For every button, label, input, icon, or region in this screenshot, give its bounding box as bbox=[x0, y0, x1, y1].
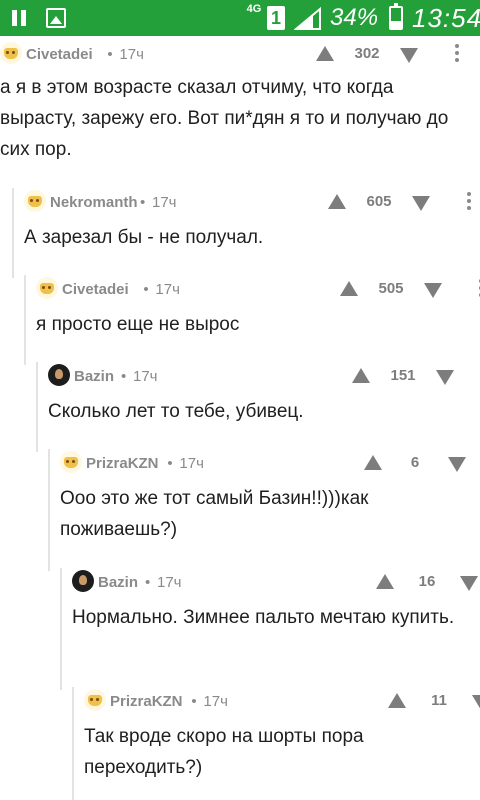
avatar[interactable] bbox=[60, 451, 82, 473]
comment-time: 17ч bbox=[119, 46, 144, 63]
comment-header: Civetadei • 17ч 302 bbox=[0, 40, 480, 66]
upvote-icon[interactable] bbox=[376, 574, 394, 589]
clock: 13:54 bbox=[412, 3, 480, 33]
upvote-icon[interactable] bbox=[328, 194, 346, 209]
separator-dot: • bbox=[107, 46, 113, 63]
comment: Civetadei • 17ч 505 я просто еще не выро… bbox=[24, 275, 480, 365]
comment-author[interactable]: PrizraKZN bbox=[86, 455, 159, 472]
comment: PrizraKZN • 17ч 6 Ооо это же тот самый Б… bbox=[48, 449, 480, 571]
comment-header: Bazin • 17ч 151 bbox=[36, 362, 480, 388]
comment-rating: 16 bbox=[418, 573, 436, 590]
more-options-icon[interactable] bbox=[466, 191, 472, 213]
comment-header: Civetadei • 17ч 505 bbox=[24, 275, 480, 301]
battery-percent: 34% bbox=[330, 4, 379, 31]
comment-rating: 605 bbox=[366, 193, 392, 210]
comment-header: Nekromanth • 17ч 605 bbox=[12, 188, 480, 214]
separator-dot: • bbox=[167, 455, 173, 472]
comment-header: PrizraKZN • 17ч 11 bbox=[72, 687, 480, 713]
avatar[interactable] bbox=[72, 570, 94, 592]
comment-header: PrizraKZN • 17ч 6 bbox=[48, 449, 480, 475]
comment-time: 17ч bbox=[179, 455, 204, 472]
network-type: 4G bbox=[246, 3, 262, 15]
comment-author[interactable]: Bazin bbox=[98, 574, 138, 591]
upvote-icon[interactable] bbox=[352, 368, 370, 383]
pause-icon bbox=[12, 10, 26, 26]
comment-text: Сколько лет то тебе, убивец. bbox=[48, 401, 304, 422]
comment-author[interactable]: Civetadei bbox=[26, 46, 93, 63]
comment-rating: 151 bbox=[390, 367, 416, 384]
signal-icon bbox=[294, 7, 321, 30]
comment-author[interactable]: PrizraKZN bbox=[110, 693, 183, 710]
downvote-icon[interactable] bbox=[412, 196, 430, 211]
avatar[interactable] bbox=[48, 364, 70, 386]
upvote-icon[interactable] bbox=[316, 46, 334, 61]
comment: PrizraKZN • 17ч 11 Так вроде скоро на шо… bbox=[72, 687, 480, 800]
comment-text: А зарезал бы - не получал. bbox=[24, 227, 264, 248]
comment-text: Так вроде скоро на шорты пора переходить… bbox=[84, 726, 364, 778]
comment-rating: 11 bbox=[431, 692, 447, 709]
comment-author[interactable]: Bazin bbox=[74, 368, 114, 385]
separator-dot: • bbox=[140, 194, 146, 211]
separator-dot: • bbox=[143, 281, 149, 298]
downvote-icon[interactable] bbox=[448, 457, 466, 472]
comment-text: Нормально. Зимнее пальто мечтаю купить. bbox=[72, 607, 455, 628]
downvote-icon[interactable] bbox=[400, 48, 418, 63]
more-options-icon[interactable] bbox=[454, 43, 460, 65]
downvote-icon[interactable] bbox=[472, 695, 480, 710]
comment: Civetadei • 17ч 302 а я в этом возрасте … bbox=[0, 40, 480, 180]
upvote-icon[interactable] bbox=[340, 281, 358, 296]
comment-time: 17ч bbox=[203, 693, 228, 710]
separator-dot: • bbox=[121, 368, 127, 385]
downvote-icon[interactable] bbox=[436, 370, 454, 385]
upvote-icon[interactable] bbox=[388, 693, 406, 708]
comment: Bazin • 17ч 16 Нормально. Зимнее пальто … bbox=[60, 568, 480, 690]
comment-time: 17ч bbox=[133, 368, 158, 385]
comment-rating: 505 bbox=[378, 280, 404, 297]
comment-author[interactable]: Civetadei bbox=[62, 281, 129, 298]
comment-author[interactable]: Nekromanth bbox=[50, 194, 138, 211]
comment-header: Bazin • 17ч 16 bbox=[60, 568, 480, 594]
avatar[interactable] bbox=[84, 689, 106, 711]
comment-time: 17ч bbox=[157, 574, 182, 591]
sim-indicator: 1 bbox=[267, 6, 285, 30]
avatar[interactable] bbox=[24, 190, 46, 212]
comment-rating: 302 bbox=[354, 45, 380, 62]
comment: Nekromanth • 17ч 605 А зарезал бы - не п… bbox=[12, 188, 480, 278]
separator-dot: • bbox=[145, 574, 151, 591]
downvote-icon[interactable] bbox=[424, 283, 442, 298]
upvote-icon[interactable] bbox=[364, 455, 382, 470]
downvote-icon[interactable] bbox=[460, 576, 478, 591]
image-icon bbox=[46, 8, 66, 28]
status-bar: 4G 1 34% 13:54 bbox=[0, 0, 480, 36]
comment-rating: 6 bbox=[410, 454, 420, 471]
avatar[interactable] bbox=[36, 277, 58, 299]
comment-text: а я в этом возрасте сказал отчиму, что к… bbox=[0, 77, 449, 160]
comment: Bazin • 17ч 151 Сколько лет то тебе, уби… bbox=[36, 362, 480, 452]
separator-dot: • bbox=[191, 693, 197, 710]
battery-icon bbox=[389, 3, 403, 30]
comment-time: 17ч bbox=[152, 194, 177, 211]
comment-text: Ооо это же тот самый Базин!!)))как пожив… bbox=[60, 488, 369, 540]
comment-time: 17ч bbox=[155, 281, 180, 298]
avatar[interactable] bbox=[0, 42, 22, 64]
comment-text: я просто еще не вырос bbox=[36, 314, 240, 335]
